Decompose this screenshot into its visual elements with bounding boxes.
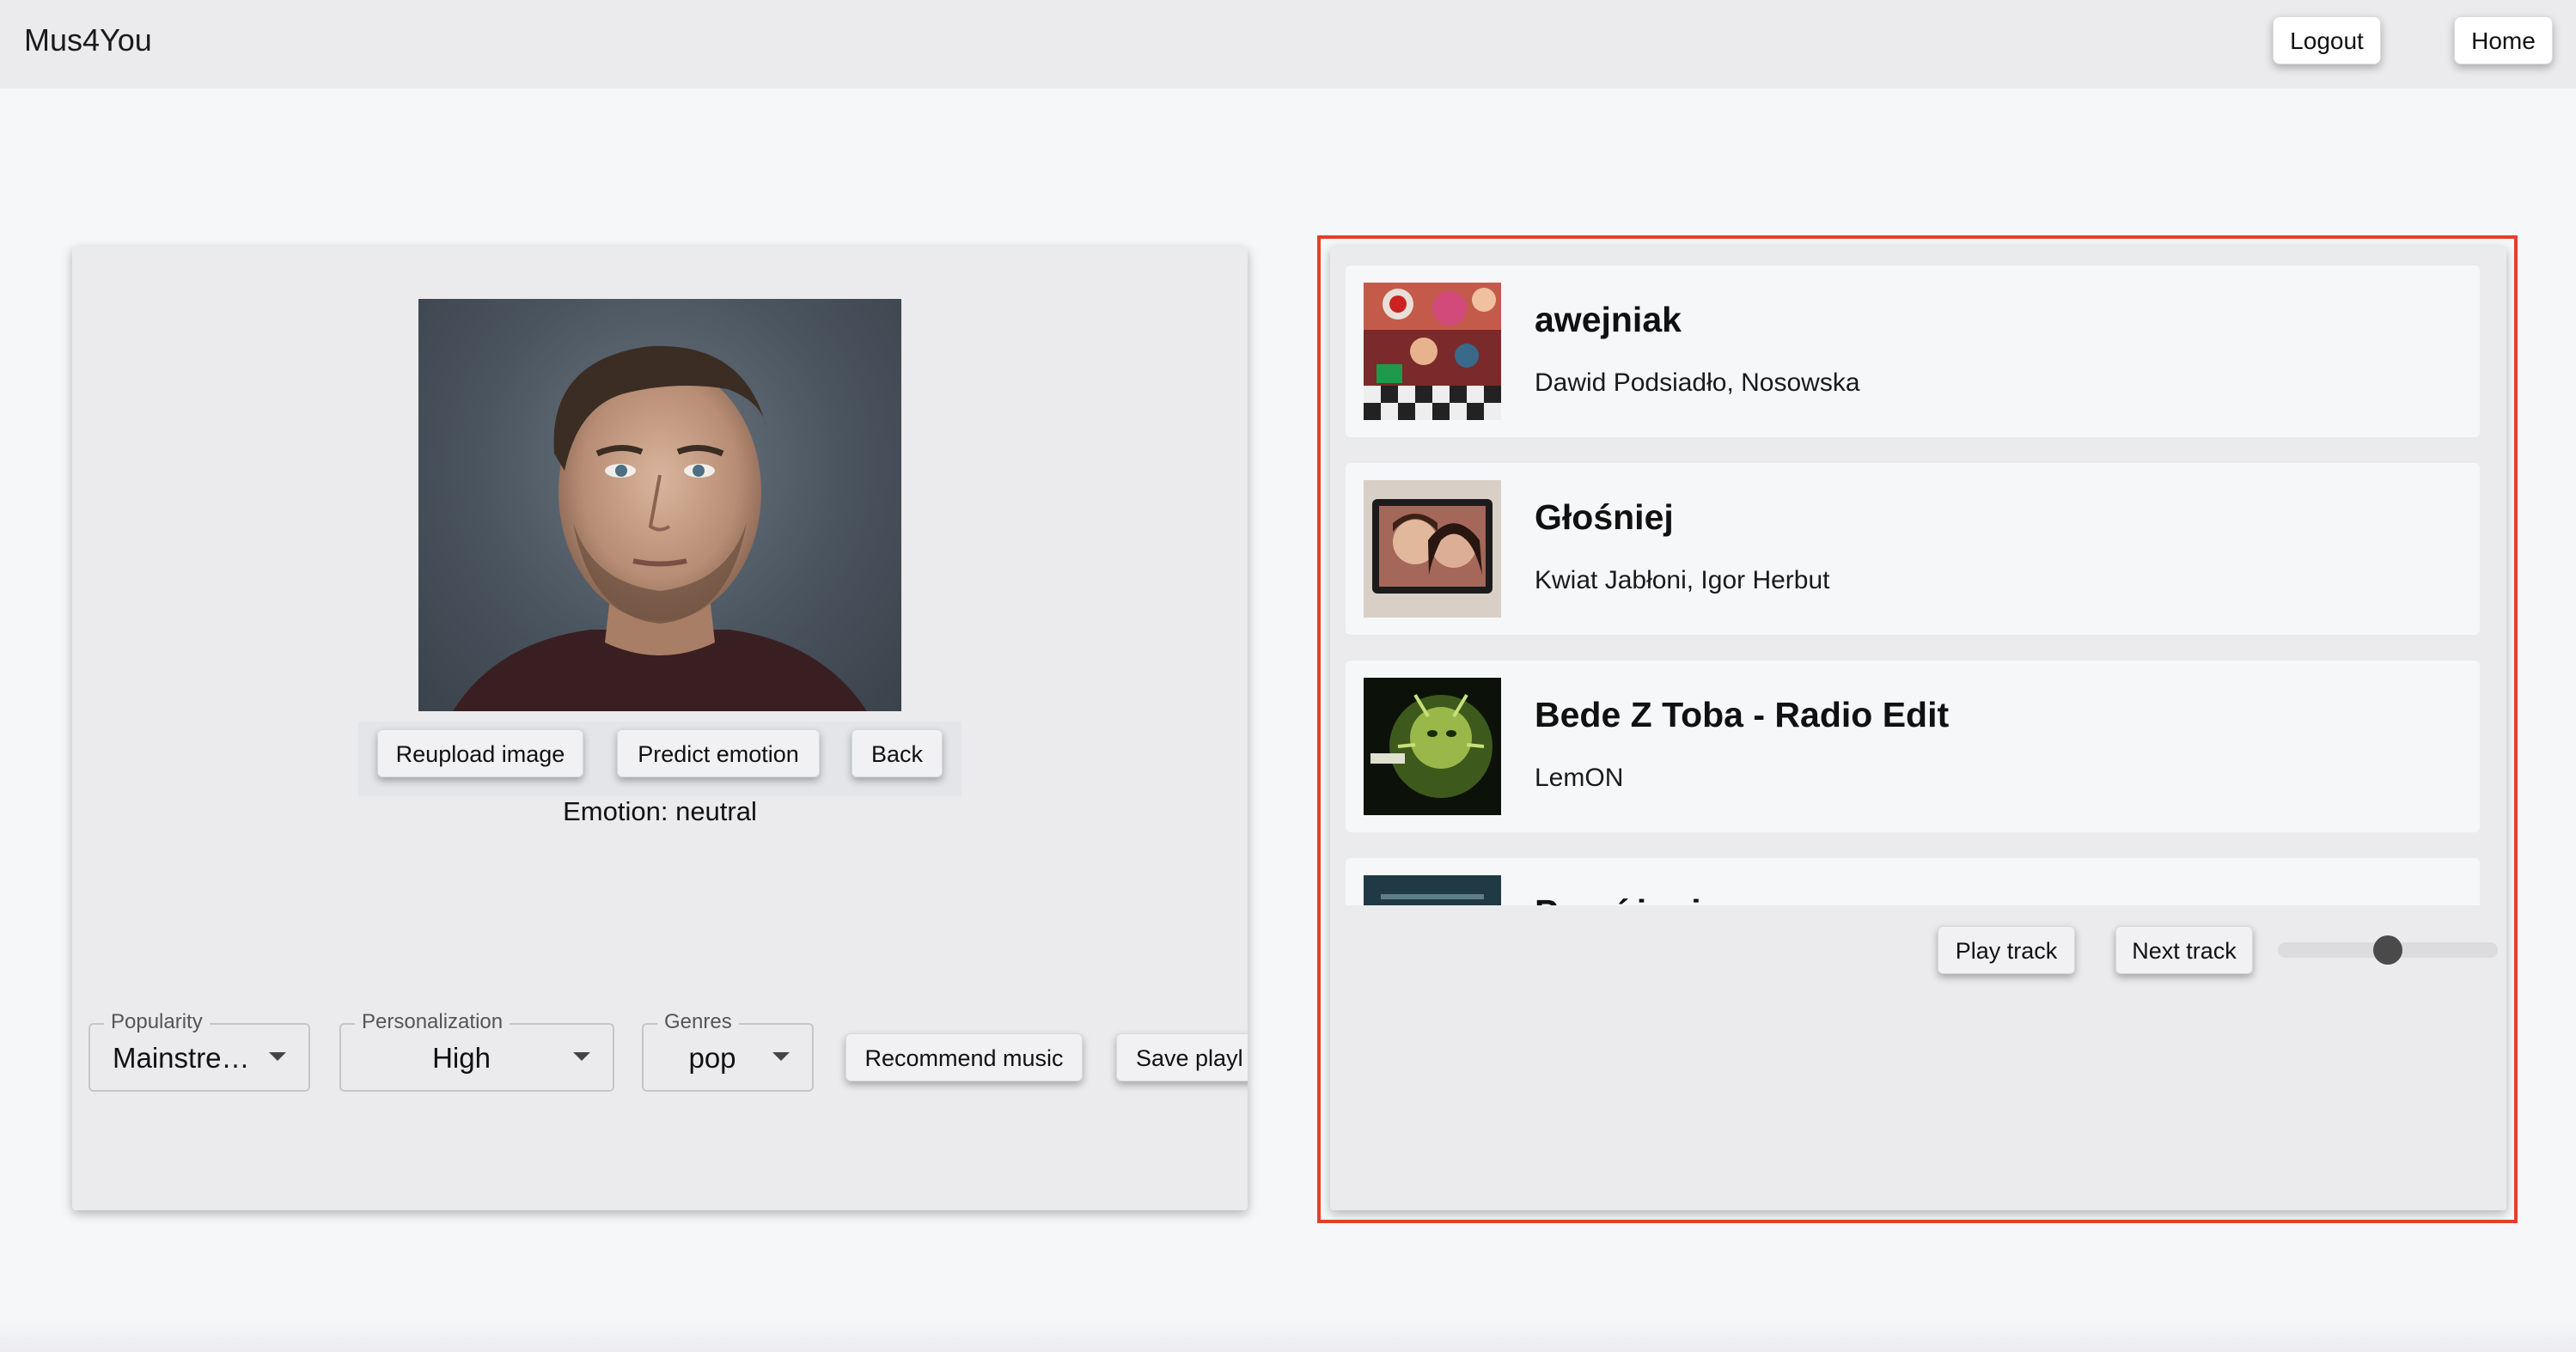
genres-select[interactable]: Genres pop xyxy=(642,1010,814,1092)
emotion-panel: Reupload image Predict emotion Back Emot… xyxy=(72,247,1248,1210)
chevron-down-icon xyxy=(269,1052,286,1061)
personalization-label: Personalization xyxy=(355,1010,510,1034)
logout-button[interactable]: Logout xyxy=(2273,16,2381,64)
uploaded-face-photo xyxy=(418,299,901,711)
genres-label: Genres xyxy=(657,1010,739,1034)
top-app-bar: Mus4You Logout Home xyxy=(0,0,2576,88)
page-footer xyxy=(0,1318,2576,1352)
genres-value: pop xyxy=(688,1042,736,1074)
recommend-music-button[interactable]: Recommend music xyxy=(845,1033,1083,1081)
popularity-select[interactable]: Popularity Mainstre… xyxy=(89,1010,310,1092)
personalization-value: High xyxy=(432,1042,491,1074)
reupload-image-button[interactable]: Reupload image xyxy=(377,729,583,777)
chevron-down-icon xyxy=(772,1052,790,1061)
chevron-down-icon xyxy=(573,1052,590,1061)
home-button[interactable]: Home xyxy=(2454,16,2553,64)
personalization-select[interactable]: Personalization High xyxy=(339,1010,614,1092)
predict-emotion-button[interactable]: Predict emotion xyxy=(617,729,820,777)
save-playlist-button[interactable]: Save playl xyxy=(1116,1033,1248,1081)
emotion-result: Emotion: neutral xyxy=(563,796,757,826)
popularity-value: Mainstre… xyxy=(113,1042,250,1074)
back-button[interactable]: Back xyxy=(852,729,943,777)
app-title: Mus4You xyxy=(24,22,152,58)
selection-highlight xyxy=(1317,235,2518,1223)
popularity-label: Popularity xyxy=(104,1010,210,1034)
